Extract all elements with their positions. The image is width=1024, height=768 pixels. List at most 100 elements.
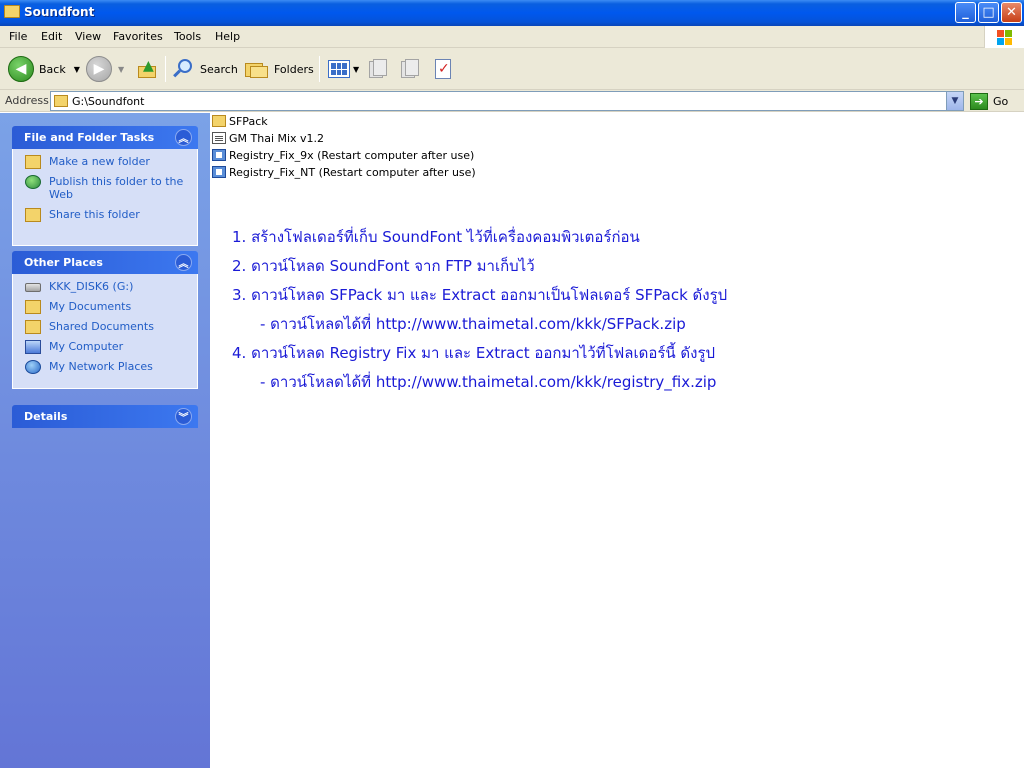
task-label: Share this folder	[49, 208, 140, 221]
views-button[interactable]: ▼	[328, 54, 359, 84]
menu-tools[interactable]: Tools	[174, 30, 201, 43]
copy-to-icon	[398, 59, 420, 79]
search-label: Search	[200, 62, 238, 76]
menu-view[interactable]: View	[75, 30, 101, 43]
search-icon	[172, 58, 194, 80]
file-name: Registry_Fix_9x (Restart computer after …	[229, 148, 475, 162]
instructions-overlay: 1. สร้างโฟลเดอร์ที่เก็บ SoundFont ไว้ที่…	[232, 223, 727, 397]
instruction-step-3: 3. ดาวน์โหลด SFPack มา และ Extract ออกมา…	[232, 286, 728, 304]
menu-edit[interactable]: Edit	[41, 30, 62, 43]
minimize-button[interactable]: _	[955, 2, 976, 23]
panel-header[interactable]: Other Places ︽	[12, 251, 198, 274]
back-button[interactable]: ◀ Back ▼	[8, 54, 80, 84]
folder-icon	[212, 115, 226, 127]
up-folder-icon: ▲	[136, 58, 158, 80]
instruction-step-1: 1. สร้างโฟลเดอร์ที่เก็บ SoundFont ไว้ที่…	[232, 228, 640, 246]
forward-dropdown-icon[interactable]: ▼	[118, 65, 124, 74]
registry-file-icon	[212, 166, 226, 178]
share-folder-icon	[25, 208, 41, 222]
task-label: Make a new folder	[49, 155, 150, 168]
address-value: G:\Soundfont	[72, 95, 145, 108]
title-bar: Soundfont _ □ ✕	[0, 0, 1024, 26]
toolbar: ◀ Back ▼ ▶ ▼ ▲ Search Folders ▼ ✓	[0, 48, 1024, 90]
panel-title: File and Folder Tasks	[24, 131, 155, 144]
task-make-new-folder[interactable]: Make a new folder	[13, 155, 197, 169]
address-dropdown-icon[interactable]: ▼	[946, 92, 963, 110]
go-label: Go	[993, 94, 1009, 108]
close-button[interactable]: ✕	[1001, 2, 1022, 23]
place-kkk-disk6[interactable]: KKK_DISK6 (G:)	[13, 280, 197, 293]
back-label: Back	[39, 62, 66, 76]
file-folder-tasks-panel: File and Folder Tasks ︽ Make a new folde…	[12, 126, 198, 246]
copy-to-button[interactable]	[398, 54, 420, 84]
place-my-network-places[interactable]: My Network Places	[13, 360, 197, 374]
file-item-registry-fix-9x[interactable]: Registry_Fix_9x (Restart computer after …	[212, 147, 474, 163]
go-button[interactable]: ➔ Go	[970, 92, 1008, 110]
toolbar-separator	[165, 56, 166, 82]
task-share-folder[interactable]: Share this folder	[13, 208, 197, 222]
folders-label: Folders	[274, 62, 314, 76]
details-panel: Details ︾	[12, 405, 198, 428]
move-to-icon	[366, 59, 388, 79]
folder-icon	[54, 95, 68, 107]
file-name: GM Thai Mix v1.2	[229, 131, 325, 145]
collapse-chevron-icon[interactable]: ︽	[175, 254, 192, 271]
window-title: Soundfont	[24, 5, 95, 19]
windows-logo-icon	[984, 26, 1024, 48]
back-dropdown-icon[interactable]: ▼	[74, 65, 80, 74]
globe-icon	[25, 175, 41, 189]
computer-icon	[25, 340, 41, 354]
search-button[interactable]: Search	[172, 54, 238, 84]
up-button[interactable]: ▲	[136, 54, 158, 84]
file-item-gm-thai-mix[interactable]: GM Thai Mix v1.2	[212, 130, 324, 146]
instruction-sfpack-link: - ดาวน์โหลดได้ที่ http://www.thaimetal.c…	[260, 315, 686, 333]
panel-title: Other Places	[24, 256, 103, 269]
instruction-registry-link: - ดาวน์โหลดได้ที่ http://www.thaimetal.c…	[260, 373, 717, 391]
drive-icon	[25, 283, 41, 292]
panel-body: Make a new folder Publish this folder to…	[12, 149, 198, 246]
place-shared-documents[interactable]: Shared Documents	[13, 320, 197, 334]
place-label: My Network Places	[49, 360, 153, 373]
place-label: My Documents	[49, 300, 132, 313]
forward-button[interactable]: ▶ ▼	[86, 54, 124, 84]
menu-file[interactable]: File	[9, 30, 27, 43]
other-places-panel: Other Places ︽ KKK_DISK6 (G:) My Documen…	[12, 251, 198, 389]
panel-header[interactable]: Details ︾	[12, 405, 198, 428]
panel-body: KKK_DISK6 (G:) My Documents Shared Docum…	[12, 274, 198, 389]
file-name: Registry_Fix_NT (Restart computer after …	[229, 165, 476, 179]
expand-chevron-icon[interactable]: ︾	[175, 408, 192, 425]
properties-icon: ✓	[433, 58, 453, 80]
menu-bar: File Edit View Favorites Tools Help	[0, 26, 1024, 48]
task-label: Publish this folder to the Web	[49, 175, 184, 201]
views-dropdown-icon[interactable]: ▼	[353, 65, 359, 74]
back-arrow-icon: ◀	[8, 56, 34, 82]
menu-favorites[interactable]: Favorites	[113, 30, 163, 43]
new-folder-icon	[25, 155, 41, 169]
panel-header[interactable]: File and Folder Tasks ︽	[12, 126, 198, 149]
move-to-button[interactable]	[366, 54, 388, 84]
file-item-sfpack[interactable]: SFPack	[212, 113, 268, 129]
address-input[interactable]: G:\Soundfont ▼	[50, 91, 964, 111]
properties-button[interactable]: ✓	[433, 54, 453, 84]
folders-icon	[245, 59, 269, 79]
registry-file-icon	[212, 149, 226, 161]
toolbar-separator	[319, 56, 320, 82]
maximize-button[interactable]: □	[978, 2, 999, 23]
task-pane: File and Folder Tasks ︽ Make a new folde…	[0, 113, 210, 768]
panel-title: Details	[24, 410, 68, 423]
place-label: KKK_DISK6 (G:)	[49, 280, 134, 293]
collapse-chevron-icon[interactable]: ︽	[175, 129, 192, 146]
folders-button[interactable]: Folders	[245, 54, 314, 84]
views-icon	[328, 60, 350, 78]
document-icon	[212, 132, 226, 144]
file-item-registry-fix-nt[interactable]: Registry_Fix_NT (Restart computer after …	[212, 164, 476, 180]
address-bar: Address G:\Soundfont ▼ ➔ Go	[0, 90, 1024, 112]
place-my-documents[interactable]: My Documents	[13, 300, 197, 314]
network-icon	[25, 360, 41, 374]
place-my-computer[interactable]: My Computer	[13, 340, 197, 354]
task-publish-folder-web[interactable]: Publish this folder to the Web	[13, 175, 197, 201]
instruction-step-4: 4. ดาวน์โหลด Registry Fix มา และ Extract…	[232, 344, 716, 362]
file-list: SFPack GM Thai Mix v1.2 Registry_Fix_9x …	[210, 113, 1024, 768]
place-label: My Computer	[49, 340, 124, 353]
menu-help[interactable]: Help	[215, 30, 240, 43]
